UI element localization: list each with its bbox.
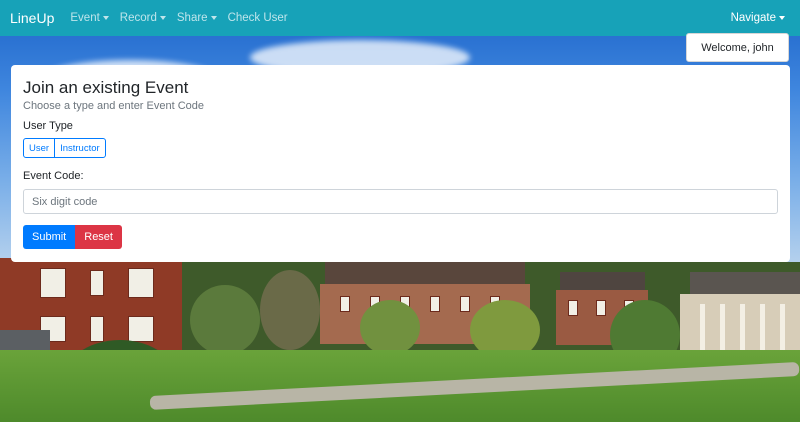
user-type-toggle-group: User Instructor [23,138,106,158]
card-subtitle: Choose a type and enter Event Code [23,100,205,112]
nav-record-dropdown[interactable]: Record [120,12,166,24]
tree [190,285,260,355]
user-type-label: User Type [23,120,73,132]
nav-event-label: Event [70,12,100,24]
user-type-user-button[interactable]: User [23,138,56,158]
welcome-menu-item[interactable]: Welcome, john [686,33,789,62]
nav-share-dropdown[interactable]: Share [177,12,217,24]
card-title: Join an existing Event [23,78,189,97]
brand-logo[interactable]: LineUp [10,10,54,26]
nav-event-dropdown[interactable]: Event [70,12,109,24]
event-code-input[interactable] [23,189,778,214]
form-actions: Submit Reset [23,225,122,249]
nav-record-label: Record [119,12,157,24]
user-type-instructor-button[interactable]: Instructor [54,138,106,158]
caret-down-icon [159,16,166,20]
nav-check-user-link[interactable]: Check User [228,12,288,24]
roof [560,272,645,290]
roof [325,262,525,284]
join-event-card: Join an existing Event Choose a type and… [11,65,790,262]
navigate-dropdown[interactable]: Navigate [731,0,785,36]
navigate-label: Navigate [730,12,776,24]
caret-down-icon [210,16,217,20]
tree [260,270,320,350]
submit-button[interactable]: Submit [23,225,76,249]
tree [360,300,420,355]
roof [690,272,800,294]
caret-down-icon [102,16,109,20]
reset-button[interactable]: Reset [75,225,122,249]
top-navbar: LineUp Event Record Share Check User Nav… [0,0,800,36]
caret-down-icon [779,16,785,20]
nav-share-label: Share [176,12,208,24]
nav-check-user-label: Check User [227,12,288,24]
columned-building [680,294,800,356]
event-code-label: Event Code: [23,170,84,182]
